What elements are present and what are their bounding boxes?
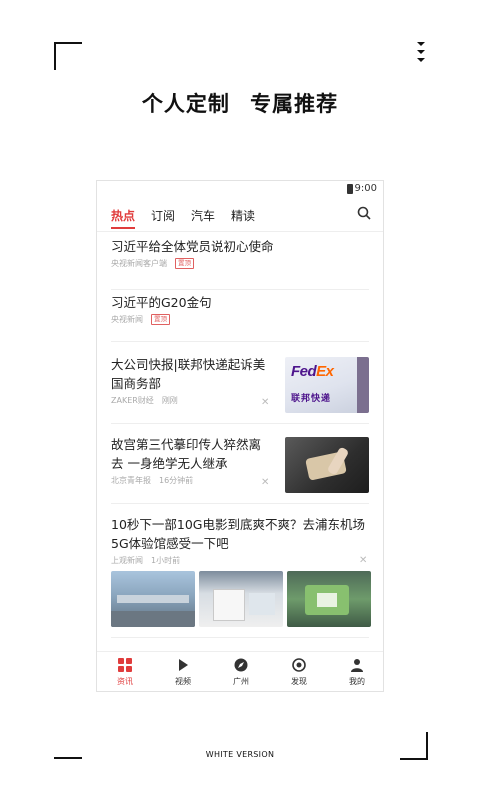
news-item[interactable]: 大公司快报|联邦快递起诉美国商务部 ZAKER财经 刚刚 ✕ FedEx 联邦快… [111, 355, 369, 424]
nav-label: 资讯 [117, 677, 133, 686]
search-icon[interactable] [357, 206, 371, 220]
pinned-badge: 置顶 [151, 314, 170, 325]
discover-icon [292, 658, 306, 672]
status-time: 9:00 [354, 183, 377, 194]
news-source: 北京青年报 [111, 476, 151, 485]
news-item[interactable]: 习近平给全体党员说初心使命 央视新闻客户端 置顶 [111, 237, 369, 290]
tab-hot[interactable]: 热点 [111, 207, 135, 224]
tab-bar: 热点 订阅 汽车 精读 [97, 197, 383, 232]
headline-left: 个人定制 [141, 92, 230, 116]
active-tab-indicator [111, 227, 135, 229]
phone-screen: 9:00 热点 订阅 汽车 精读 习近平给全体党员说初心使命 央视新闻客户端 置… [96, 180, 384, 692]
news-thumbnail-expo-hall [199, 571, 283, 627]
news-item[interactable]: 习近平的G20金句 央视新闻 置顶 [111, 293, 369, 342]
tab-featured[interactable]: 精读 [231, 207, 255, 224]
news-meta: 央视新闻 置顶 [111, 314, 369, 325]
battery-icon [347, 184, 353, 194]
news-thumbnail-5g-booth [287, 571, 371, 627]
nav-profile[interactable]: 我的 [337, 658, 377, 687]
nav-label: 我的 [349, 677, 365, 686]
status-bar: 9:00 [97, 181, 383, 197]
nav-discover[interactable]: 发现 [279, 658, 319, 687]
play-icon [179, 659, 188, 671]
news-meta: 央视新闻客户端 置顶 [111, 258, 369, 269]
news-time: 1小时前 [151, 556, 181, 565]
nav-news[interactable]: 资讯 [105, 658, 145, 687]
close-icon[interactable]: ✕ [359, 555, 367, 566]
news-thumbnail-seal [285, 437, 369, 493]
news-time: 16分钟前 [159, 476, 194, 485]
close-icon[interactable]: ✕ [261, 477, 269, 488]
news-time: 刚刚 [161, 396, 178, 405]
news-item[interactable]: 10秒下一部10G电影到底爽不爽？去浦东机场5G体验馆感受一下吧 上观新闻 1小… [111, 515, 371, 638]
nav-video[interactable]: 视频 [163, 658, 203, 687]
news-source: 央视新闻 [111, 315, 143, 324]
location-icon [234, 658, 248, 672]
headline-right: 专属推荐 [250, 92, 339, 116]
nav-label: 视频 [175, 677, 191, 686]
close-icon[interactable]: ✕ [261, 397, 269, 408]
bottom-navigation: 资讯 视频 广州 发现 我的 [97, 651, 383, 691]
news-title: 大公司快报|联邦快递起诉美国商务部 [111, 357, 266, 391]
nav-label: 发现 [291, 677, 307, 686]
nav-city[interactable]: 广州 [221, 658, 261, 687]
nav-label: 广州 [233, 677, 249, 686]
news-title: 习近平给全体党员说初心使命 [111, 239, 274, 254]
user-icon [351, 659, 363, 672]
tab-subscribe[interactable]: 订阅 [151, 207, 175, 224]
grid-icon [118, 658, 132, 672]
news-source: ZAKER财经 [111, 396, 154, 405]
corner-frame-top-left [54, 42, 82, 70]
news-meta: 上观新闻 1小时前 [111, 555, 369, 566]
news-title: 习近平的G20金句 [111, 295, 212, 310]
news-thumbnail-fedex: FedEx 联邦快递 [285, 357, 369, 413]
news-source: 央视新闻客户端 [111, 259, 167, 268]
news-item[interactable]: 故宫第三代摹印传人猝然离去 一身绝学无人继承 北京青年报 16分钟前 ✕ [111, 435, 369, 504]
pinned-badge: 置顶 [175, 258, 194, 269]
chevron-down-icon[interactable] [412, 40, 430, 66]
promo-headline: 个人定制 专属推荐 [0, 88, 480, 118]
tab-auto[interactable]: 汽车 [191, 207, 215, 224]
news-thumbnail-airport [111, 571, 195, 627]
news-source: 上观新闻 [111, 556, 143, 565]
version-label: WHITE VERSION [205, 750, 275, 759]
news-title: 10秒下一部10G电影到底爽不爽？去浦东机场5G体验馆感受一下吧 [111, 517, 365, 551]
news-title: 故宫第三代摹印传人猝然离去 一身绝学无人继承 [111, 437, 262, 471]
